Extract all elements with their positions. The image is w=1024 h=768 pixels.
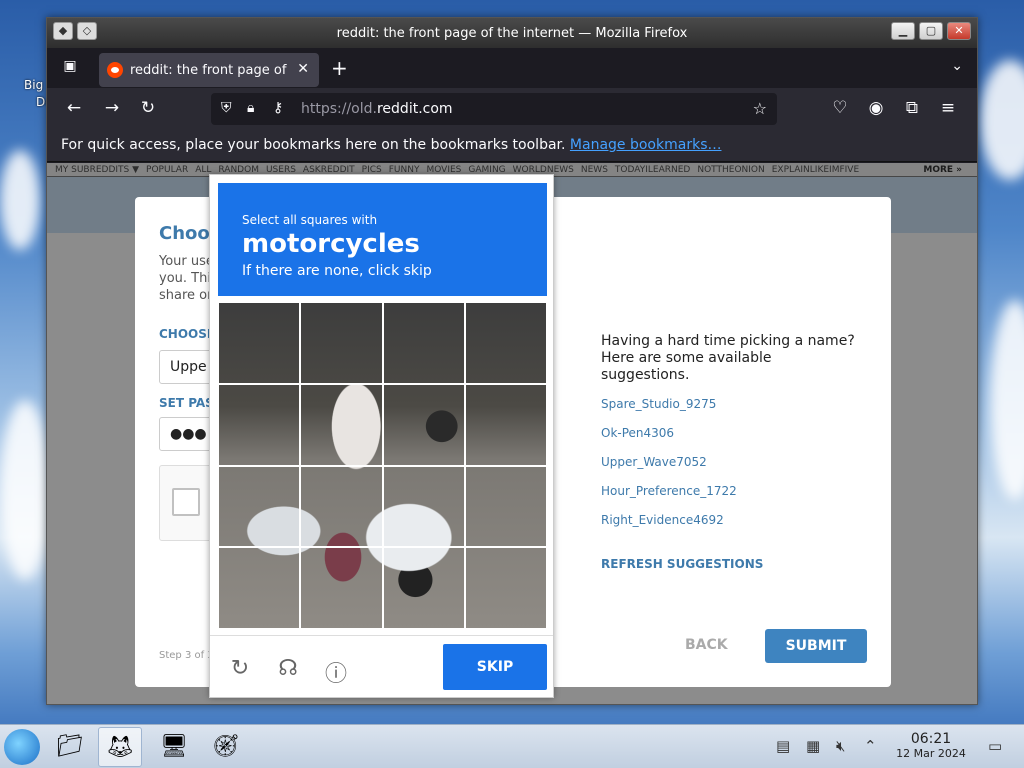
back-arrow-icon[interactable]: ← xyxy=(63,98,85,118)
refresh-suggestions-button[interactable]: REFRESH SUGGESTIONS xyxy=(601,557,763,571)
headphones-icon[interactable]: ☊ xyxy=(275,656,301,681)
tab-label: reddit: the front page of xyxy=(130,63,287,78)
bookmark-star-icon[interactable]: ☆ xyxy=(753,99,767,118)
forward-arrow-icon[interactable]: → xyxy=(101,98,123,118)
captcha-target: motorcycles xyxy=(242,229,420,259)
file-manager-icon[interactable]: 📁︎ xyxy=(48,727,92,767)
captcha-tile[interactable] xyxy=(464,302,547,384)
username-suggestion[interactable]: Right_Evidence4692 xyxy=(601,513,724,527)
shield-icon[interactable]: ⛨ xyxy=(221,100,232,116)
skip-button[interactable]: SKIP xyxy=(443,644,547,690)
pocket-icon[interactable]: ♡ xyxy=(829,98,851,118)
taskbar: 📁︎ 🦊︎ 🖥︎ 🧭︎ ▤ ▦ 🔇︎ ⌃ 06:21 12 Mar 2024 ▭ xyxy=(0,724,1024,768)
chevron-down-icon[interactable]: ⌄ xyxy=(951,58,963,74)
username-label: CHOOSE xyxy=(159,327,216,341)
captcha-tile[interactable] xyxy=(300,302,383,384)
network-icon[interactable]: ▤ xyxy=(776,737,790,755)
info-icon[interactable]: ⓘ xyxy=(323,656,349,688)
reddit-favicon-icon xyxy=(107,62,123,78)
reload-page-icon[interactable]: ↻ xyxy=(137,98,159,118)
captcha-tile[interactable] xyxy=(300,547,383,629)
captcha-tile[interactable] xyxy=(382,465,465,548)
tab-overview-icon[interactable]: ▣ xyxy=(57,58,83,80)
captcha-image-grid xyxy=(218,302,547,629)
chevron-up-icon[interactable]: ⌃ xyxy=(864,737,877,755)
lock-icon[interactable]: 🔒︎ xyxy=(247,100,254,116)
tab-bar: ▣ reddit: the front page of ✕ + ⌄ xyxy=(47,48,977,88)
bookmarks-message: For quick access, place your bookmarks h… xyxy=(61,137,566,153)
url-bar[interactable]: ⛨ 🔒︎ ⚷ https://old.reddit.com ☆ xyxy=(211,93,777,125)
captcha-tile[interactable] xyxy=(464,383,547,466)
captcha-tile[interactable] xyxy=(382,547,465,629)
captcha-tile[interactable] xyxy=(300,465,383,548)
back-button[interactable]: BACK xyxy=(685,637,728,653)
username-suggestion[interactable]: Ok-Pen4306 xyxy=(601,426,674,440)
clipboard-icon[interactable]: ▦ xyxy=(806,737,820,755)
start-menu-icon[interactable] xyxy=(4,729,40,765)
key-icon[interactable]: ⚷ xyxy=(273,100,283,116)
captcha-hint: If there are none, click skip xyxy=(242,263,432,279)
manage-bookmarks-link[interactable]: Manage bookmarks… xyxy=(570,137,722,153)
password-label: SET PAS xyxy=(159,396,214,410)
captcha-header: Select all squares with motorcycles If t… xyxy=(218,183,547,296)
clock-time: 06:21 xyxy=(910,731,952,747)
new-tab-button[interactable]: + xyxy=(331,56,348,80)
username-suggestion[interactable]: Spare_Studio_9275 xyxy=(601,397,716,411)
tab-close-icon[interactable]: ✕ xyxy=(297,61,309,77)
submit-button[interactable]: SUBMIT xyxy=(765,629,867,663)
menu-icon[interactable]: ≡ xyxy=(937,98,959,118)
extensions-icon[interactable]: ⧉ xyxy=(901,98,923,118)
captcha-tile[interactable] xyxy=(218,302,301,384)
url-text[interactable]: https://old.reddit.com xyxy=(301,101,453,117)
captcha-tile[interactable] xyxy=(382,383,465,466)
recaptcha-checkbox[interactable] xyxy=(172,488,200,516)
show-desktop-icon[interactable]: ▭ xyxy=(988,737,1002,755)
title-bar[interactable]: ◆ ◇ reddit: the front page of the intern… xyxy=(47,18,977,48)
captcha-tile[interactable] xyxy=(218,465,301,548)
clock-date: 12 Mar 2024 xyxy=(896,747,966,760)
browser-compass-icon[interactable]: 🧭︎ xyxy=(204,727,248,767)
firefox-taskbar-icon[interactable]: 🦊︎ xyxy=(98,727,142,767)
step-indicator: Step 3 of 3 xyxy=(159,650,214,661)
desktop-icon-label: Big xyxy=(24,78,44,92)
captcha-challenge: Select all squares with motorcycles If t… xyxy=(209,174,554,698)
account-icon[interactable]: ◉ xyxy=(865,98,887,118)
captcha-tile[interactable] xyxy=(464,547,547,629)
system-settings-icon[interactable]: 🖥︎ xyxy=(152,727,196,767)
suggestions-hint: Having a hard time picking a name? Here … xyxy=(601,333,855,383)
captcha-tile[interactable] xyxy=(382,302,465,384)
bookmarks-toolbar: For quick access, place your bookmarks h… xyxy=(47,130,977,162)
tab-reddit[interactable]: reddit: the front page of ✕ xyxy=(99,53,319,87)
volume-muted-icon[interactable]: 🔇︎ xyxy=(836,737,845,755)
window-title: reddit: the front page of the internet —… xyxy=(336,26,688,41)
captcha-tile[interactable] xyxy=(300,383,383,466)
captcha-tile[interactable] xyxy=(218,383,301,466)
username-suggestion[interactable]: Hour_Preference_1722 xyxy=(601,484,737,498)
captcha-footer: ↻ ☊ ⓘ SKIP xyxy=(210,635,553,697)
nav-bar: ← → ↻ ⛨ 🔒︎ ⚷ https://old.reddit.com ☆ ♡ … xyxy=(47,88,977,130)
username-suggestion[interactable]: Upper_Wave7052 xyxy=(601,455,707,469)
maximize-icon[interactable]: ▢ xyxy=(919,22,943,40)
captcha-tile[interactable] xyxy=(464,465,547,548)
captcha-tile[interactable] xyxy=(218,547,301,629)
close-icon[interactable]: ✕ xyxy=(947,22,971,40)
clock[interactable]: 06:21 12 Mar 2024 xyxy=(886,731,976,760)
minimize-icon[interactable]: ▁ xyxy=(891,22,915,40)
reload-icon[interactable]: ↻ xyxy=(227,656,253,681)
captcha-instruction: Select all squares with xyxy=(242,213,378,227)
